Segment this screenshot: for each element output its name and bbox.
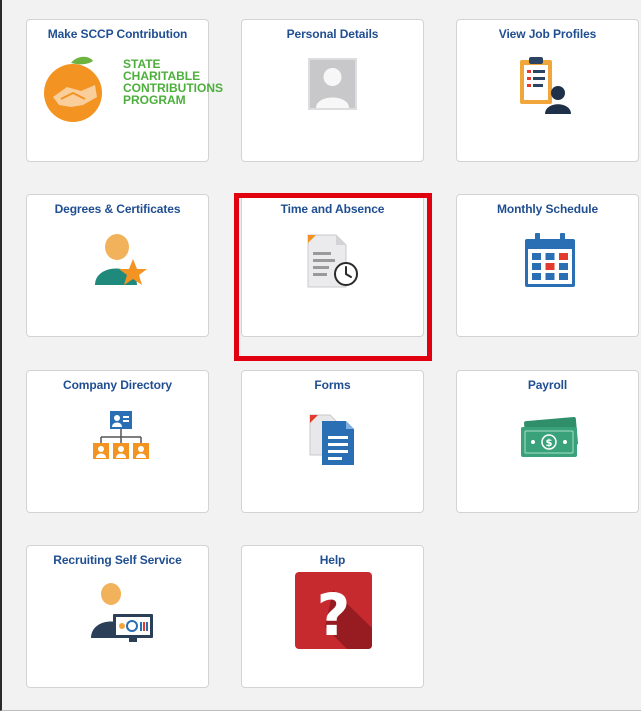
person-star-icon [95,234,147,285]
svg-text:?: ? [317,581,351,649]
tile-title: Forms [314,378,351,392]
tile-title: Time and Absence [280,202,385,216]
tile-title: Degrees & Certificates [54,202,181,216]
sccp-logo-icon [44,56,102,122]
tile-time-and-absence[interactable]: Time and Absence [241,194,424,337]
sccp-logo-text: STATE CHARITABLE CONTRIBUTIONS PROGRAM [123,58,223,106]
sccp-logo-line: PROGRAM [123,93,186,107]
tile-grid-page: Make SCCP Contribution STATE CHARITABLE … [0,0,641,711]
help-question-icon: ? [295,572,372,649]
svg-text:$: $ [546,438,553,449]
tile-title: Make SCCP Contribution [47,27,188,41]
tile-title: Recruiting Self Service [53,553,182,567]
tile-forms[interactable]: Forms [241,370,424,513]
tile-personal-details[interactable]: Personal Details [241,19,424,162]
tile-title: Monthly Schedule [496,202,599,216]
money-bill-icon: $ [521,416,578,457]
org-chart-icon [93,411,149,459]
tile-degrees-certificates[interactable]: Degrees & Certificates [26,194,209,337]
tile-recruiting-self-service[interactable]: Recruiting Self Service [26,545,209,688]
tile-payroll[interactable]: Payroll $ [456,370,639,513]
forms-document-icon [309,414,354,465]
tile-monthly-schedule[interactable]: Monthly Schedule [456,194,639,337]
tile-title: Company Directory [63,378,172,392]
tile-make-sccp-contribution[interactable]: Make SCCP Contribution STATE CHARITABLE … [26,19,223,162]
tile-help[interactable]: Help ? [241,545,424,688]
tile-title: Payroll [527,378,568,392]
tile-title: Personal Details [286,27,379,41]
person-placeholder-icon [308,58,357,110]
recruiting-icon [91,583,153,642]
tile-title: View Job Profiles [498,27,597,41]
calendar-icon [525,233,575,287]
clipboard-person-icon [520,57,571,114]
tile-view-job-profiles[interactable]: View Job Profiles [456,19,639,162]
tile-company-directory[interactable]: Company Directory [26,370,209,513]
tile-title: Help [319,553,346,567]
document-clock-icon [307,234,358,288]
